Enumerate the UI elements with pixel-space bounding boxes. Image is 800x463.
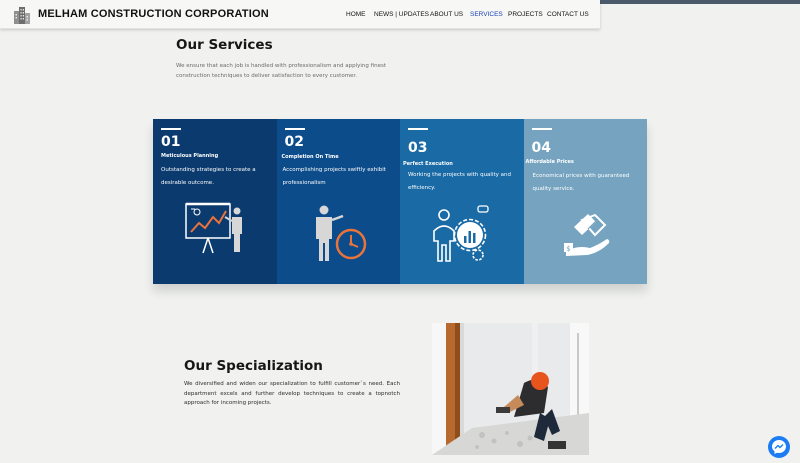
card-number: 03	[408, 140, 428, 156]
card-divider	[408, 128, 428, 130]
card-number: 04	[531, 140, 551, 156]
specialization-description: We diversified and widen our specializat…	[184, 381, 400, 407]
analyst-gear-chart-icon	[433, 205, 489, 262]
nav-services[interactable]: SERVICES	[470, 11, 503, 18]
card-divider	[531, 128, 552, 130]
card-title: Meticulous Planning	[161, 153, 219, 159]
service-cards: 01 Meticulous Planning Outstanding strat…	[153, 119, 647, 284]
service-card-planning: 01 Meticulous Planning Outstanding strat…	[153, 119, 277, 284]
card-description: Economical prices with guaranteed qualit…	[532, 173, 630, 192]
services-description: We ensure that each job is handled with …	[176, 63, 387, 79]
top-navbar: MELHAM CONSTRUCTION CORPORATION HOME NEW…	[0, 0, 600, 29]
messenger-icon	[772, 440, 786, 454]
presentation-chart-icon	[185, 202, 242, 254]
businessman-clock-icon	[315, 205, 366, 261]
messenger-chat-button[interactable]	[768, 436, 790, 458]
card-number: 01	[161, 134, 181, 150]
handshake-money-icon: $	[563, 213, 609, 256]
company-logo-icon[interactable]	[13, 5, 31, 25]
card-description: Accomplishing projects swiftly exhibit p…	[282, 167, 386, 186]
nav-about-us[interactable]: ABOUT US	[430, 11, 463, 18]
service-card-completion: 02 Completion On Time Accomplishing proj…	[276, 119, 400, 284]
svg-text:$: $	[566, 245, 570, 253]
service-card-prices: 04 Affordable Prices Economical prices w…	[523, 119, 647, 284]
nav-news-updates[interactable]: NEWS | UPDATES	[374, 11, 429, 18]
card-title: Perfect Execution	[403, 161, 453, 167]
services-heading: Our Services	[176, 37, 273, 53]
card-divider	[161, 128, 181, 130]
nav-home[interactable]: HOME	[346, 11, 366, 18]
card-description: Outstanding strategies to create a desir…	[161, 167, 256, 186]
card-title: Completion On Time	[281, 154, 339, 160]
specialization-heading: Our Specialization	[184, 358, 323, 374]
nav-contact-us[interactable]: CONTACT US	[547, 11, 589, 18]
nav-projects[interactable]: PROJECTS	[508, 11, 543, 18]
card-number: 02	[284, 134, 304, 150]
brand-name[interactable]: MELHAM CONSTRUCTION CORPORATION	[38, 8, 269, 20]
card-description: Working the projects with quality and ef…	[408, 172, 511, 191]
card-divider	[284, 128, 305, 130]
top-right-strip	[600, 0, 800, 4]
worker-photo	[432, 323, 589, 455]
service-card-execution: 03 Perfect Execution Working the project…	[400, 119, 524, 284]
card-title: Affordable Prices	[525, 159, 574, 165]
